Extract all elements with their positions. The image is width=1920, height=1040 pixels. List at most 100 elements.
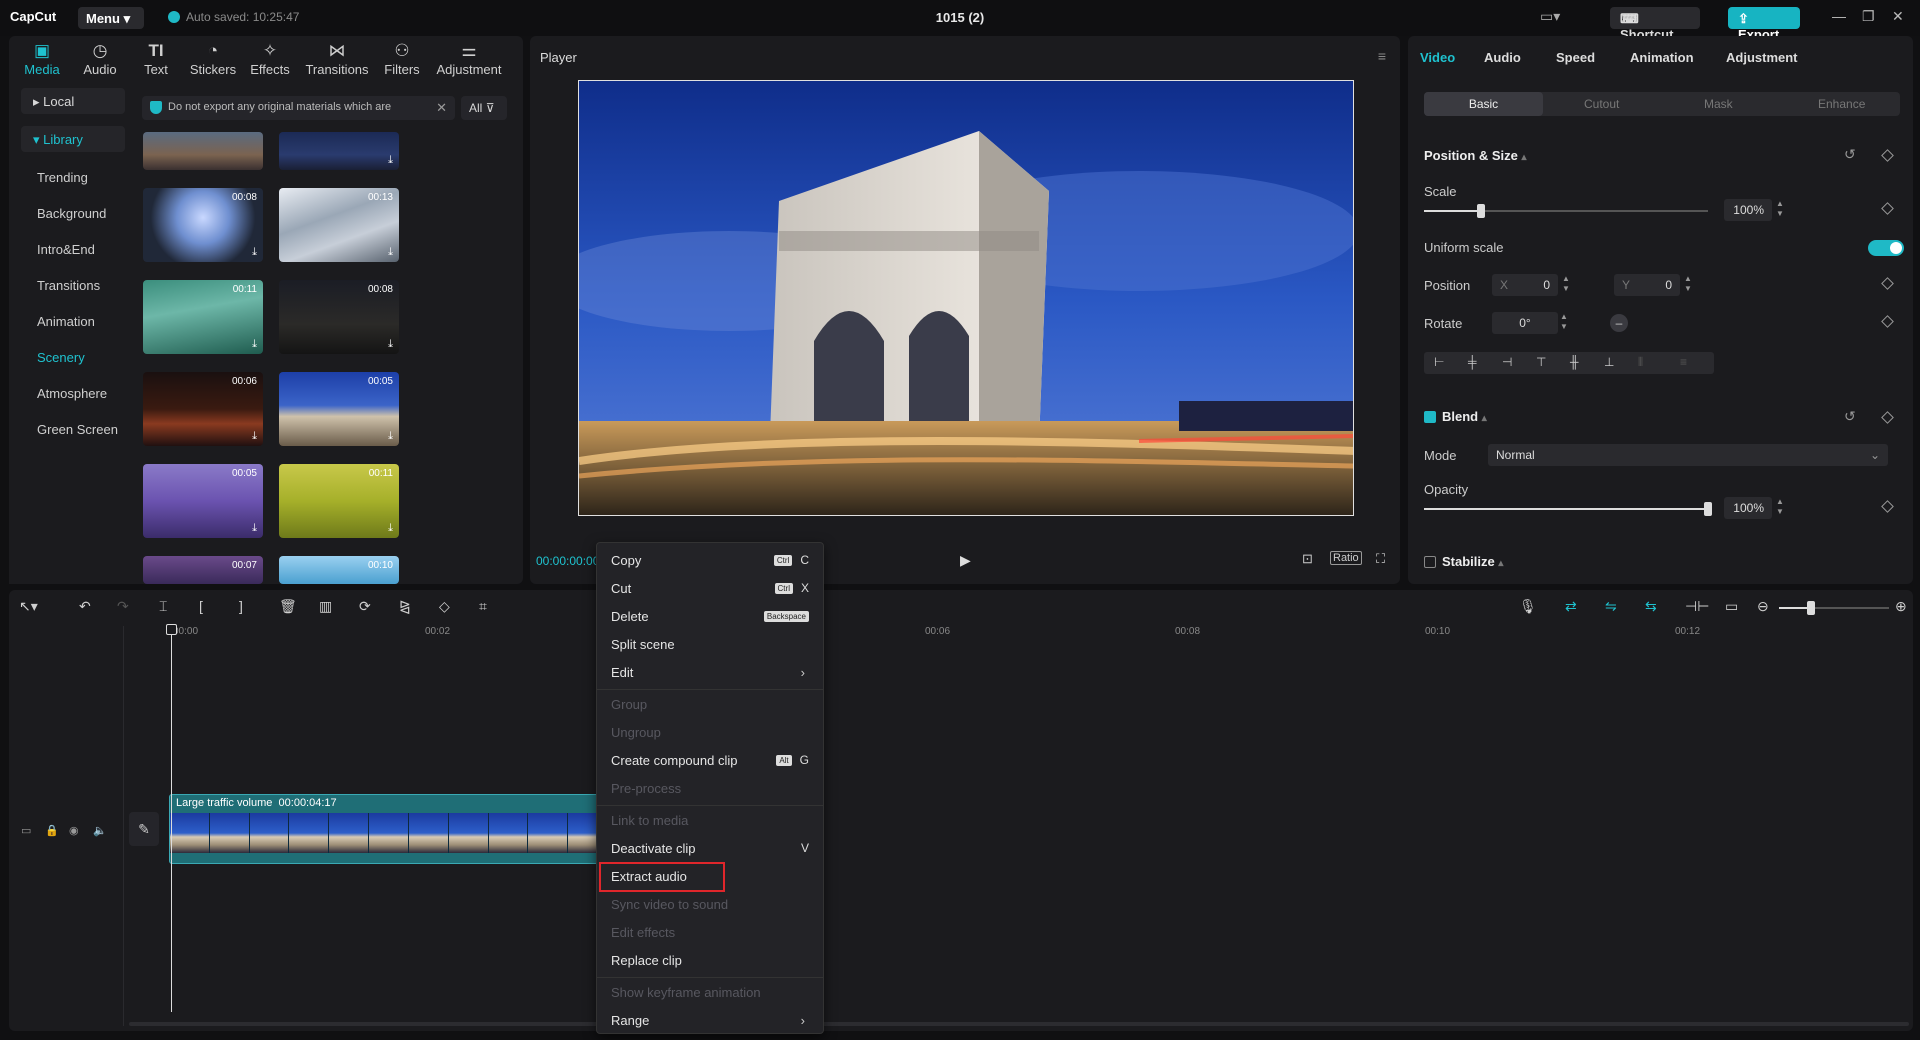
download-icon[interactable]: ⤓: [252, 522, 257, 535]
tab-transitions[interactable]: ⋈ Transitions: [300, 40, 374, 77]
position-y-input[interactable]: Y0: [1614, 274, 1680, 296]
video-preview[interactable]: [578, 80, 1354, 516]
video-clip[interactable]: Large traffic volume 00:00:04:17: [169, 794, 609, 864]
tab-adjustment[interactable]: Adjustment: [1726, 50, 1798, 65]
align-left-icon[interactable]: ⊢: [1434, 355, 1444, 369]
keyframe-icon[interactable]: [1881, 202, 1894, 215]
sidebar-item-animation[interactable]: Animation: [37, 314, 95, 329]
shortcut-button[interactable]: ⌨ Shortcut: [1610, 7, 1700, 42]
speaker-icon[interactable]: 🔈: [93, 824, 107, 837]
stabilize-checkbox[interactable]: [1424, 556, 1436, 568]
scale-input[interactable]: 100%: [1724, 199, 1772, 221]
align-center-h-icon[interactable]: ╪: [1468, 355, 1477, 369]
keyframe-icon[interactable]: [1881, 500, 1894, 513]
tab-speed[interactable]: Speed: [1556, 50, 1595, 65]
fit-icon[interactable]: ▭: [1725, 598, 1738, 615]
sidebar-item-atmosphere[interactable]: Atmosphere: [37, 386, 107, 401]
uniform-scale-toggle[interactable]: [1868, 240, 1904, 256]
timeline-ruler[interactable]: 00:00 00:02 00:06 00:08 00:10 00:12: [169, 626, 1909, 640]
media-thumbnail[interactable]: 00:05 ⤓: [279, 372, 399, 446]
close-icon[interactable]: ✕: [1892, 8, 1904, 25]
download-icon[interactable]: ⤓: [252, 246, 257, 259]
maximize-icon[interactable]: ❐: [1862, 8, 1875, 25]
subtab-mask[interactable]: Mask: [1704, 97, 1733, 111]
sidebar-library[interactable]: ▾ Library: [21, 126, 125, 152]
media-thumbnail[interactable]: 00:11 ⤓: [279, 464, 399, 538]
split-right-icon[interactable]: ]: [239, 598, 243, 614]
menu-item-create-compound-clip[interactable]: Create compound clip: [611, 753, 737, 768]
rotate-icon[interactable]: ◇: [439, 598, 450, 615]
media-thumbnail[interactable]: 00:10: [279, 556, 399, 584]
menu-item-edit[interactable]: Edit: [611, 665, 633, 680]
main-track-magnet-icon[interactable]: ⇄: [1565, 598, 1577, 615]
export-button[interactable]: ⇪ Export: [1728, 7, 1800, 42]
filter-button[interactable]: All ⊽: [461, 96, 507, 120]
tab-animation[interactable]: Animation: [1630, 50, 1694, 65]
menu-item-replace-clip[interactable]: Replace clip: [611, 953, 682, 968]
subtab-basic[interactable]: Basic: [1424, 92, 1543, 116]
menu-item-deactivate-clip[interactable]: Deactivate clip: [611, 841, 696, 856]
mirror-icon[interactable]: ⧎: [399, 598, 411, 615]
align-center-v-icon[interactable]: ╫: [1570, 355, 1579, 369]
opacity-slider[interactable]: [1424, 502, 1712, 516]
position-y-stepper[interactable]: ▲ ▼: [1684, 274, 1692, 294]
tab-text[interactable]: TI Text: [127, 40, 185, 77]
play-icon[interactable]: ▶: [960, 552, 971, 569]
sidebar-item-transitions[interactable]: Transitions: [37, 278, 100, 293]
opacity-slider-knob[interactable]: [1704, 502, 1712, 516]
opacity-stepper[interactable]: ▲ ▼: [1776, 497, 1784, 517]
playhead[interactable]: [171, 626, 172, 1012]
menu-item-cut[interactable]: Cut: [611, 581, 631, 596]
download-icon[interactable]: ⤓: [252, 338, 257, 351]
tab-video[interactable]: Video: [1420, 50, 1455, 65]
close-icon[interactable]: ✕: [436, 100, 447, 116]
rotate-dial-icon[interactable]: –: [1610, 314, 1628, 332]
select-tool-icon[interactable]: ↖▾: [19, 598, 38, 615]
tab-stickers[interactable]: ◔ Stickers: [184, 40, 242, 77]
edit-cover-icon[interactable]: ✎: [129, 812, 159, 846]
keyframe-icon[interactable]: [1881, 411, 1894, 424]
zoom-slider-knob[interactable]: [1807, 601, 1815, 615]
scale-slider-knob[interactable]: [1476, 204, 1485, 218]
menu-item-delete[interactable]: Delete: [611, 609, 649, 624]
cover-icon[interactable]: ▭: [21, 824, 31, 837]
media-thumbnail[interactable]: 00:11 ⤓: [143, 280, 263, 354]
opacity-input[interactable]: 100%: [1724, 497, 1772, 519]
blend-mode-select[interactable]: Normal ⌄: [1488, 444, 1888, 466]
media-thumbnail[interactable]: 00:08 ⤓: [279, 280, 399, 354]
menu-item-copy[interactable]: Copy: [611, 553, 641, 568]
delete-icon[interactable]: 🗑: [279, 598, 297, 615]
download-icon[interactable]: ⤓: [388, 246, 393, 259]
eye-icon[interactable]: ◉: [69, 824, 79, 837]
undo-icon[interactable]: ↶: [79, 598, 91, 615]
sidebar-local[interactable]: ▸ Local: [21, 88, 125, 114]
download-icon[interactable]: ⤓: [252, 430, 257, 443]
menu-item-range[interactable]: Range: [611, 1013, 649, 1028]
position-x-input[interactable]: X0: [1492, 274, 1558, 296]
media-thumbnail[interactable]: ⤓: [279, 132, 399, 170]
fullscreen-icon[interactable]: ⛶: [1376, 551, 1385, 567]
align-right-icon[interactable]: ⊣: [1502, 355, 1512, 369]
download-icon[interactable]: ⤓: [388, 430, 393, 443]
player-menu-icon[interactable]: ≡: [1378, 48, 1386, 64]
menu-item-split-scene[interactable]: Split scene: [611, 637, 675, 652]
tab-audio[interactable]: Audio: [1484, 50, 1521, 65]
download-icon[interactable]: ⤓: [388, 338, 393, 351]
keyframe-icon[interactable]: [1881, 277, 1894, 290]
keyframe-icon[interactable]: [1881, 149, 1894, 162]
reset-icon[interactable]: ↺: [1844, 146, 1856, 163]
tab-adjustment[interactable]: ⚌ Adjustment: [431, 40, 507, 77]
sidebar-item-scenery[interactable]: Scenery: [37, 350, 85, 365]
split-icon[interactable]: ⌶: [159, 598, 167, 615]
playhead-handle[interactable]: [166, 624, 177, 635]
auto-snap-icon[interactable]: ⇋: [1605, 598, 1617, 615]
keyframe-icon[interactable]: [1881, 315, 1894, 328]
reverse-icon[interactable]: ⟳: [359, 598, 371, 615]
minimize-icon[interactable]: —: [1832, 8, 1846, 24]
media-thumbnail[interactable]: 00:06 ⤓: [143, 372, 263, 446]
tab-media[interactable]: ▣ Media: [13, 40, 71, 77]
media-thumbnail[interactable]: 00:13 ⤓: [279, 188, 399, 262]
scale-slider[interactable]: [1424, 204, 1708, 218]
lock-icon[interactable]: 🔒: [45, 824, 59, 837]
sidebar-item-trending[interactable]: Trending: [37, 170, 88, 185]
